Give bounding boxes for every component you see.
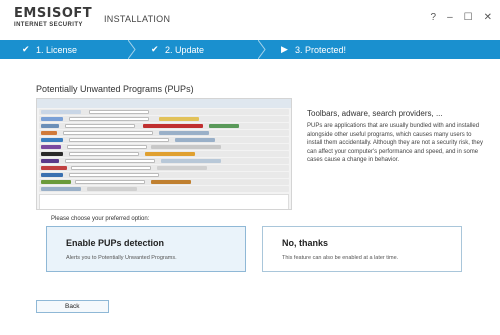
- option-prompt: Please choose your preferred option:: [51, 216, 150, 222]
- minimize-icon[interactable]: –: [447, 12, 453, 23]
- step-protected: ▶ 3. Protected!: [281, 40, 346, 59]
- option-description: Alerts you to Potentially Unwanted Progr…: [66, 255, 177, 261]
- title-bar: EMSISOFT INTERNET SECURITY INSTALLATION …: [0, 0, 500, 40]
- back-button[interactable]: Back: [36, 300, 109, 313]
- option-title: No, thanks: [282, 238, 329, 248]
- no-thanks-option[interactable]: No, thanks This feature can also be enab…: [262, 226, 462, 272]
- step-separator: [258, 40, 266, 59]
- window-controls: ? – ☐ ✕: [431, 12, 492, 23]
- option-title: Enable PUPs detection: [66, 238, 165, 248]
- step-update: ✔ 2. Update: [151, 40, 204, 59]
- browser-toolbars-illustration: [36, 98, 292, 210]
- arrow-icon: ▶: [281, 44, 288, 54]
- info-heading: Toolbars, adware, search providers, ...: [307, 109, 443, 118]
- step-label: 1. License: [36, 44, 78, 55]
- step-license: ✔ 1. License: [22, 40, 77, 59]
- step-label: 2. Update: [165, 44, 205, 55]
- enable-pups-option[interactable]: Enable PUPs detection Alerts you to Pote…: [46, 226, 246, 272]
- close-icon[interactable]: ✕: [484, 12, 492, 23]
- maximize-icon[interactable]: ☐: [464, 12, 473, 23]
- help-icon[interactable]: ?: [431, 12, 437, 23]
- step-bar: ✔ 1. License ✔ 2. Update ▶ 3. Protected!: [0, 40, 500, 59]
- option-description: This feature can also be enabled at a la…: [282, 255, 399, 261]
- emsisoft-logo: EMSISOFT INTERNET SECURITY: [14, 7, 92, 30]
- check-icon: ✔: [22, 44, 30, 54]
- step-label: 3. Protected!: [295, 44, 347, 55]
- step-separator: [128, 40, 136, 59]
- logo-main-text: EMSISOFT: [14, 6, 93, 21]
- info-description: PUPs are applications that are usually b…: [307, 123, 483, 163]
- logo-sub-text: INTERNET SECURITY: [14, 22, 83, 28]
- section-heading: Potentially Unwanted Programs (PUPs): [36, 84, 194, 94]
- check-icon: ✔: [151, 44, 159, 54]
- window-title: INSTALLATION: [104, 14, 171, 24]
